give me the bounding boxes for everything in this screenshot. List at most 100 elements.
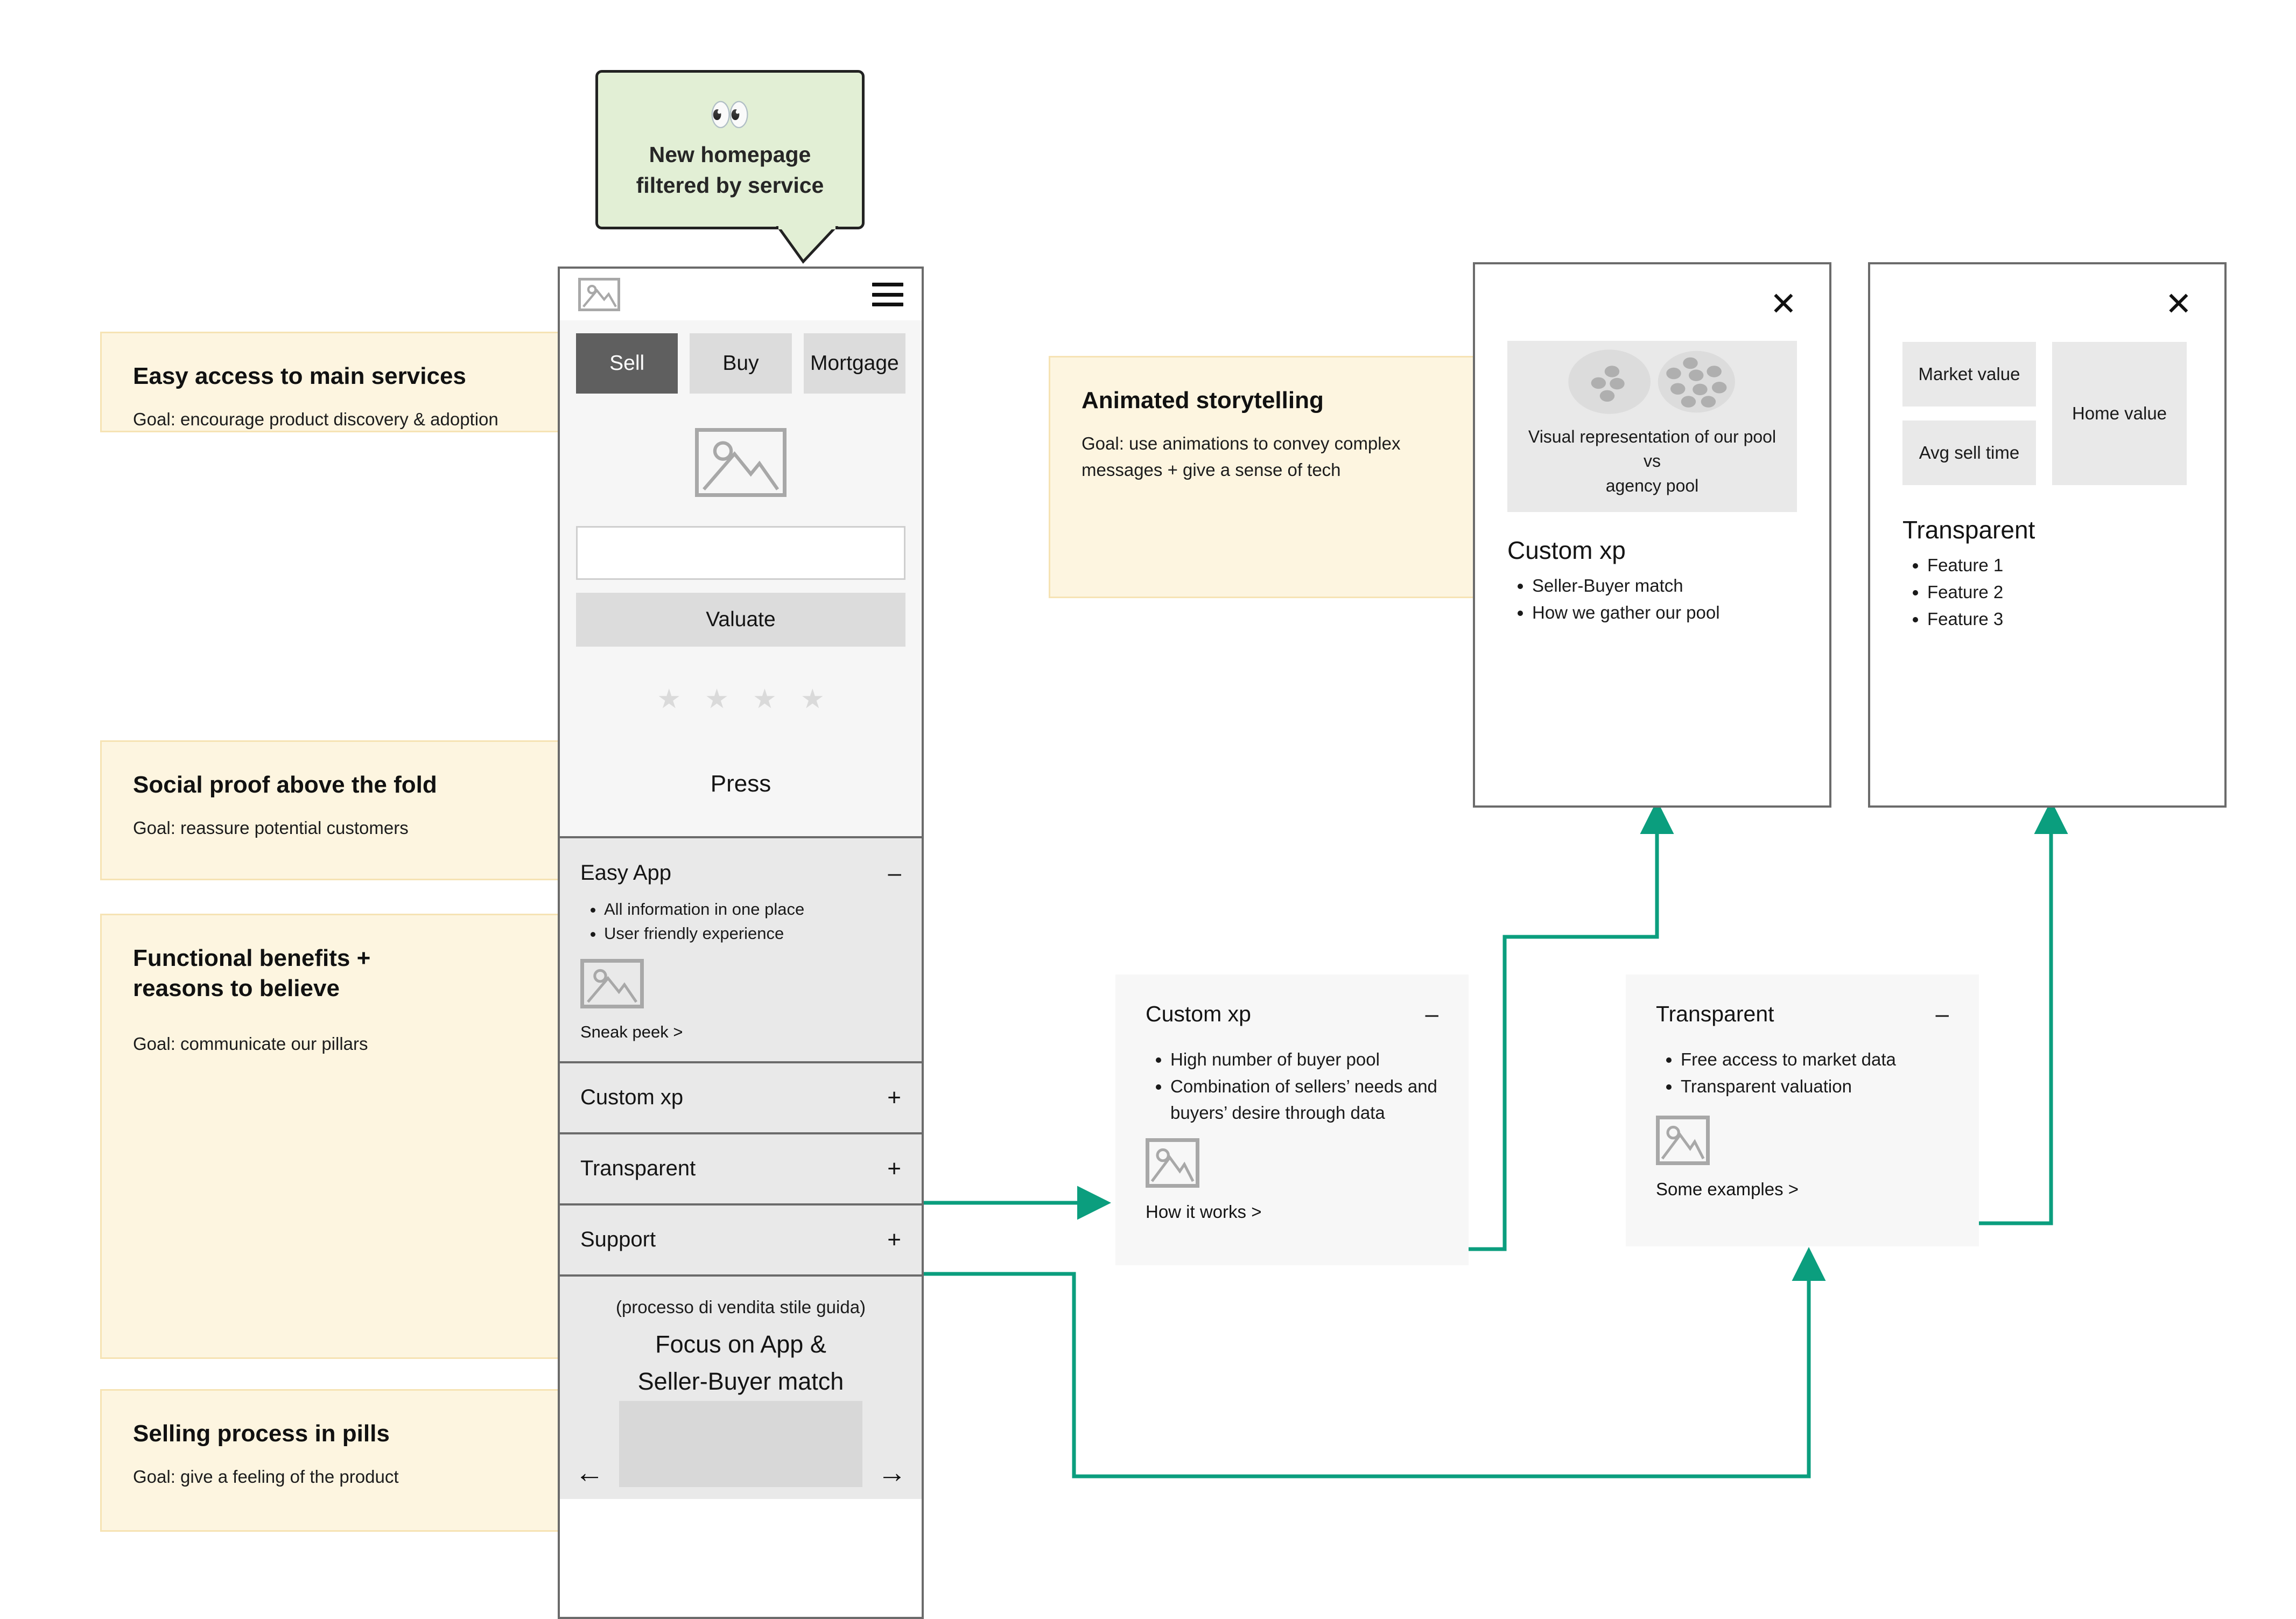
- accordion-transparent[interactable]: Transparent +: [560, 1132, 922, 1203]
- modal-custom-xp: ✕ Visual representation of our pool vs a…: [1473, 262, 1831, 808]
- accordion-label: Support: [580, 1228, 656, 1251]
- list-item: How we gather our pool: [1532, 599, 1797, 626]
- kpi-home-value[interactable]: Home value: [2052, 342, 2187, 485]
- accordion-support[interactable]: Support +: [560, 1203, 922, 1274]
- modal-bullets: Seller-Buyer match How we gather our poo…: [1507, 572, 1797, 626]
- note-animated-storytelling: Animated storytelling Goal: use animatio…: [1049, 356, 1486, 598]
- note-social-proof: Social proof above the fold Goal: reassu…: [100, 740, 568, 880]
- detail-card-header[interactable]: Transparent –: [1656, 975, 1949, 1027]
- note-goal: Goal: give a feeling of the product: [133, 1467, 399, 1487]
- valuate-button[interactable]: Valuate: [576, 593, 905, 647]
- rating-stars: ★ ★ ★ ★: [576, 685, 905, 712]
- hero-image-placeholder-icon: [695, 428, 787, 497]
- list-item: Free access to market data: [1681, 1046, 1949, 1073]
- modal-transparent: ✕ Market value Avg sell time Home value …: [1868, 262, 2227, 808]
- note-selling-process: Selling process in pills Goal: give a fe…: [100, 1389, 568, 1532]
- close-icon[interactable]: ✕: [2165, 288, 2192, 320]
- note-title: Selling process in pills: [133, 1420, 390, 1447]
- detail-card-header[interactable]: Custom xp –: [1146, 975, 1438, 1027]
- easy-app-image-placeholder-icon: [580, 958, 644, 1008]
- modal-close-row: ✕: [1902, 264, 2192, 320]
- star-icon: ★: [657, 684, 682, 714]
- wireframe-flow-canvas: 👀 New homepage filtered by service Easy …: [0, 0, 2296, 1619]
- collapse-minus-icon[interactable]: –: [888, 861, 901, 885]
- arrow-left-icon[interactable]: ←: [575, 1458, 604, 1487]
- accordion-header[interactable]: Easy App –: [580, 861, 901, 885]
- kpi-avg-sell-time[interactable]: Avg sell time: [1902, 420, 2036, 485]
- list-item: High number of buyer pool: [1170, 1046, 1438, 1073]
- star-icon: ★: [753, 684, 777, 714]
- collapse-minus-icon[interactable]: –: [1936, 1002, 1949, 1026]
- address-search-input[interactable]: [576, 526, 905, 580]
- detail-card-custom-xp: Custom xp – High number of buyer pool Co…: [1115, 975, 1469, 1265]
- note-easy-access: Easy access to main services Goal: encou…: [100, 332, 568, 432]
- callout-tail: [775, 225, 840, 264]
- pool-caption-line-2: agency pool: [1605, 475, 1699, 495]
- some-examples-link[interactable]: Some examples >: [1656, 1179, 1949, 1200]
- star-icon: ★: [705, 684, 729, 714]
- kpi-market-value[interactable]: Market value: [1902, 342, 2036, 406]
- list-item: Seller-Buyer match: [1532, 572, 1797, 599]
- note-goal: Goal: communicate our pillars: [133, 1033, 368, 1054]
- tab-sell[interactable]: Sell: [576, 333, 678, 394]
- list-item: All information in one place: [604, 897, 901, 921]
- note-title: Easy access to main services: [133, 363, 466, 389]
- kpi-grid: Market value Avg sell time Home value: [1902, 342, 2192, 485]
- modal-bullets: Feature 1 Feature 2 Feature 3: [1902, 552, 2192, 633]
- detail-card-transparent: Transparent – Free access to market data…: [1626, 975, 1979, 1246]
- modal-title: Transparent: [1902, 516, 2035, 544]
- footer-headline-line-1: Focus on App &: [655, 1330, 826, 1358]
- note-goal: Goal: reassure potential customers: [133, 818, 409, 838]
- how-it-works-link[interactable]: How it works >: [1146, 1202, 1438, 1222]
- note-goal: Goal: encourage product discovery & adop…: [133, 409, 498, 430]
- accordion-header[interactable]: Custom xp +: [580, 1085, 901, 1110]
- tab-mortgage[interactable]: Mortgage: [803, 333, 905, 394]
- detail-card-bullets: Free access to market data Transparent v…: [1656, 1046, 1949, 1099]
- footer-headline-line-2: Seller-Buyer match: [637, 1368, 844, 1396]
- accordion-easy-app[interactable]: Easy App – All information in one place …: [560, 836, 922, 1061]
- list-item: Feature 2: [1927, 579, 2192, 606]
- phone-mockup: Sell Buy Mortgage Valuate ★ ★ ★ ★ Press: [558, 267, 924, 1619]
- eyes-icon: 👀: [709, 96, 751, 134]
- note-title-line-1: Functional benefits +: [133, 945, 371, 971]
- accordion-custom-xp[interactable]: Custom xp +: [560, 1061, 922, 1132]
- two-pool-dots-diagram: [1568, 349, 1735, 414]
- service-tabs: Sell Buy Mortgage: [576, 320, 905, 394]
- phone-hero-section: Sell Buy Mortgage Valuate ★ ★ ★ ★ Press: [560, 320, 922, 836]
- callout-line-1: New homepage: [649, 142, 811, 167]
- accordion-header[interactable]: Transparent +: [580, 1157, 901, 1181]
- modal-title: Custom xp: [1507, 536, 1626, 564]
- expand-plus-icon[interactable]: +: [887, 1157, 901, 1181]
- close-icon[interactable]: ✕: [1770, 288, 1797, 320]
- note-functional-benefits: Functional benefits + reasons to believe…: [100, 914, 568, 1359]
- list-item: Feature 3: [1927, 606, 2192, 633]
- phone-carousel: ← →: [560, 1399, 922, 1499]
- list-item: Transparent valuation: [1681, 1073, 1949, 1100]
- carousel-card[interactable]: [619, 1401, 862, 1488]
- arrow-right-icon[interactable]: →: [877, 1458, 907, 1487]
- note-title-line-2: reasons to believe: [133, 975, 340, 1002]
- accordion-label: Easy App: [580, 861, 672, 885]
- sneak-peek-link[interactable]: Sneak peek >: [580, 1022, 901, 1042]
- expand-plus-icon[interactable]: +: [887, 1085, 901, 1110]
- callout-bubble: 👀 New homepage filtered by service: [595, 70, 865, 229]
- accordion-label: Custom xp: [580, 1085, 684, 1109]
- footer-note: (processo di vendita stile guida): [615, 1296, 866, 1317]
- press-label: Press: [710, 770, 771, 797]
- accordion-bullets: All information in one place User friend…: [580, 897, 901, 946]
- accordion-header[interactable]: Support +: [580, 1228, 901, 1252]
- note-title: Animated storytelling: [1082, 387, 1324, 413]
- note-title: Social proof above the fold: [133, 772, 437, 798]
- modal-close-row: ✕: [1507, 264, 1797, 320]
- detail-card-bullets: High number of buyer pool Combination of…: [1146, 1046, 1438, 1126]
- phone-footer-headline: (processo di vendita stile guida) Focus …: [560, 1274, 922, 1399]
- expand-plus-icon[interactable]: +: [887, 1228, 901, 1252]
- tab-buy[interactable]: Buy: [690, 333, 792, 394]
- collapse-minus-icon[interactable]: –: [1426, 1002, 1438, 1026]
- note-goal-line-1: Goal: use animations to convey complex: [1082, 433, 1401, 454]
- custom-xp-image-placeholder-icon: [1146, 1138, 1199, 1188]
- hamburger-menu-icon[interactable]: [872, 283, 903, 306]
- list-item: Combination of sellers’ needs and buyers…: [1170, 1073, 1438, 1126]
- detail-card-title: Transparent: [1656, 1001, 1774, 1026]
- detail-card-title: Custom xp: [1146, 1001, 1251, 1026]
